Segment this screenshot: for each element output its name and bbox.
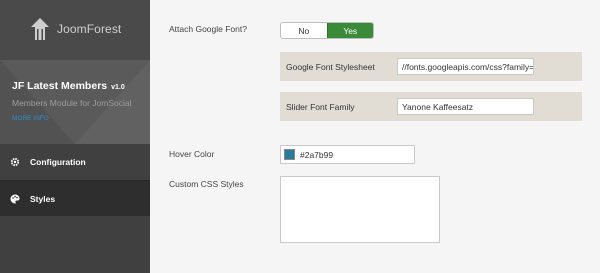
nav-item-configuration[interactable]: Configuration <box>0 144 150 180</box>
sidebar-filler <box>0 216 150 273</box>
attach-font-label: Attach Google Font? <box>169 24 247 34</box>
toggle-option-yes[interactable]: Yes <box>326 23 373 38</box>
font-stylesheet-input[interactable]: //fonts.googleapis.com/css?family= <box>397 58 534 75</box>
sidebar: JoomForest JF Latest Members v1.0 Members… <box>0 0 150 273</box>
module-info-panel: JF Latest Members v1.0 Members Module for… <box>0 60 150 144</box>
custom-css-label: Custom CSS Styles <box>169 179 244 189</box>
joomforest-logo-icon <box>31 18 49 40</box>
module-version: v1.0 <box>111 84 125 91</box>
slider-font-row: Slider Font Family Yanone Kaffeesatz <box>280 92 582 121</box>
gear-icon <box>0 157 30 167</box>
hover-color-value: #2a7b99 <box>300 149 334 160</box>
font-stylesheet-label: Google Font Stylesheet <box>286 62 375 72</box>
custom-css-textarea[interactable] <box>280 176 440 243</box>
toggle-option-no[interactable]: No <box>281 23 327 38</box>
nav-item-styles[interactable]: Styles <box>0 180 150 216</box>
palette-icon <box>0 194 30 204</box>
brand-name: JoomForest <box>57 22 122 36</box>
nav-item-label: Configuration <box>30 157 86 167</box>
color-swatch[interactable] <box>284 149 295 160</box>
slider-font-input[interactable]: Yanone Kaffeesatz <box>397 98 534 115</box>
module-title-text: JF Latest Members <box>12 80 108 92</box>
font-stylesheet-row: Google Font Stylesheet //fonts.googleapi… <box>280 52 582 81</box>
brand-header: JoomForest <box>0 0 150 60</box>
hover-color-label: Hover Color <box>169 149 215 159</box>
module-subtitle: Members Module for JomSocial <box>12 98 132 108</box>
main-content: Attach Google Font? No Yes Google Font S… <box>150 0 600 273</box>
nav-item-label: Styles <box>30 193 56 204</box>
slider-font-label: Slider Font Family <box>286 102 355 112</box>
hover-color-input[interactable]: #2a7b99 <box>280 145 415 164</box>
attach-font-toggle[interactable]: No Yes <box>280 22 374 39</box>
module-title: JF Latest Members v1.0 <box>12 80 125 92</box>
more-info-link[interactable]: MORE INFO <box>12 115 49 122</box>
